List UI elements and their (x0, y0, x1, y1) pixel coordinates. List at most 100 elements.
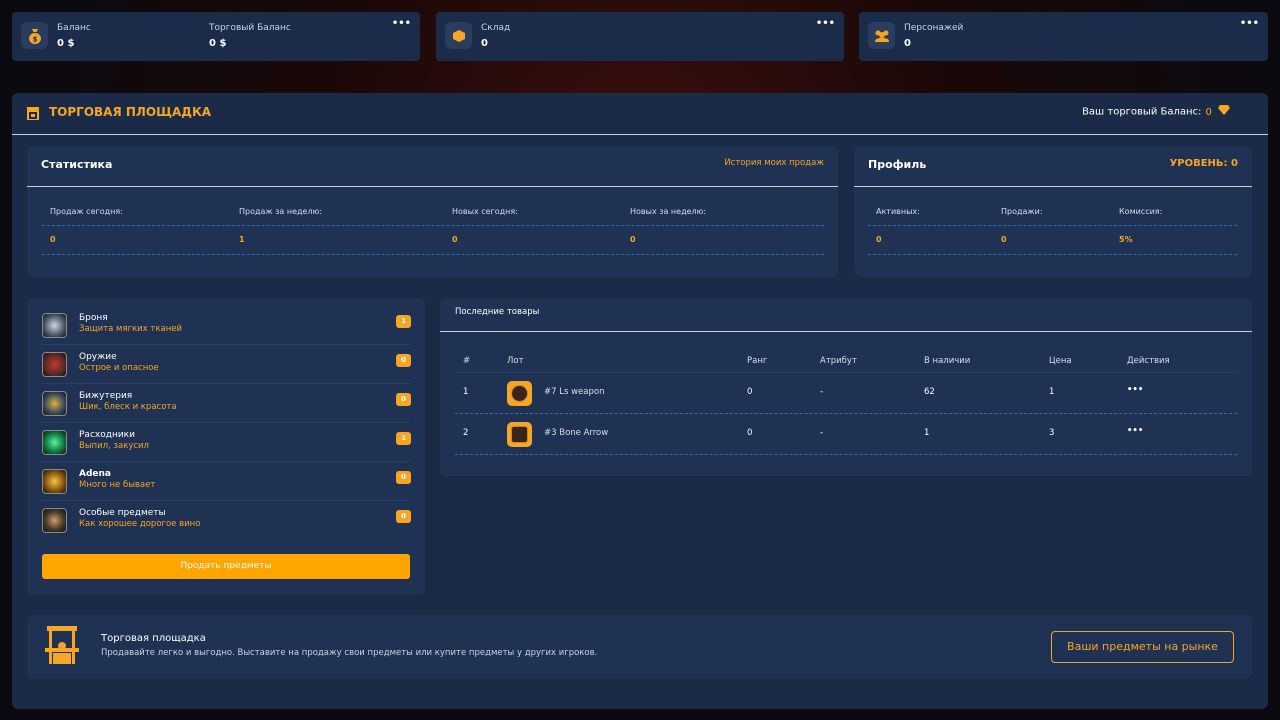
table-row[interactable]: 2 #3 Bone Arrow 0 - 1 3 ••• (440, 414, 1252, 454)
stat-value-new-today: 0 (452, 235, 458, 244)
weapon-icon (42, 352, 67, 377)
trade-balance-text: Ваш торговый Баланс: (1082, 106, 1202, 118)
page-title: ТОРГОВАЯ ПЛОЩАДКА (49, 105, 212, 119)
stat-value-sales-today: 0 (50, 235, 56, 244)
trade-balance: Ваш торговый Баланс: 0 (1082, 105, 1230, 118)
col-header-rank: Ранг (747, 356, 768, 366)
balance-card: $ Баланс 0 $ Торговый Баланс 0 $ ••• (12, 12, 420, 61)
category-count-badge: 1 (396, 432, 411, 445)
profile-divider (854, 186, 1252, 187)
profile-level: УРОВЕНЬ: 0 (1169, 158, 1238, 169)
statistics-bottom-line (42, 254, 824, 255)
category-name: Расходники (79, 430, 135, 440)
stat-value-new-week: 0 (630, 235, 636, 244)
col-header-stock: В наличии (924, 356, 971, 366)
stat-header-new-today: Новых сегодня: (452, 207, 518, 216)
category-count-badge: 0 (396, 393, 411, 406)
col-header-actions: Действия (1127, 356, 1170, 366)
warehouse-label: Склад (481, 23, 511, 33)
adena-coins-icon (42, 469, 67, 494)
lot-weapon-icon (507, 381, 532, 406)
warehouse-box-icon (445, 22, 472, 49)
characters-label: Персонажей (904, 23, 964, 33)
category-special[interactable]: Особые предметы Как хорошее дорогое вино… (41, 502, 411, 540)
category-count-badge: 0 (396, 471, 411, 484)
category-subtitle: Много не бывает (79, 480, 156, 490)
stat-value-sales-week: 1 (239, 235, 245, 244)
category-name: Броня (79, 313, 108, 323)
my-market-items-button[interactable]: Ваши предметы на рынке (1051, 631, 1234, 663)
characters-value: 0 (904, 38, 911, 49)
statistics-title: Статистика (41, 158, 113, 171)
category-name: Adena (79, 469, 111, 479)
col-header-attribute: Атрибут (820, 356, 857, 366)
category-subtitle: Острое и опасное (79, 363, 159, 373)
users-icon (868, 22, 895, 49)
latest-items-title: Последние товары (455, 307, 540, 317)
sell-items-button[interactable]: Продать предметы (42, 554, 410, 579)
banner-title: Торговая площадка (101, 633, 206, 644)
row-attribute: - (820, 428, 824, 438)
category-armor[interactable]: Броня Защита мягких тканей 1 (41, 307, 411, 345)
stat-header-sales-week: Продаж за неделю: (239, 207, 323, 216)
trade-balance-label: Торговый Баланс (209, 23, 291, 33)
category-count-badge: 0 (396, 510, 411, 523)
warehouse-menu-button[interactable]: ••• (816, 18, 835, 29)
category-adena[interactable]: Adena Много не бывает 0 (41, 463, 411, 501)
characters-menu-button[interactable]: ••• (1240, 18, 1259, 29)
category-subtitle: Защита мягких тканей (79, 324, 183, 334)
col-header-lot: Лот (507, 356, 524, 366)
armor-icon (42, 313, 67, 338)
profile-title: Профиль (868, 158, 927, 171)
marketplace-header: ТОРГОВАЯ ПЛОЩАДКА Ваш торговый Баланс: 0 (12, 93, 1268, 135)
category-subtitle: Как хорошее дорогое вино (79, 519, 201, 529)
warehouse-card: Склад 0 ••• (436, 12, 844, 61)
latest-items-divider (440, 331, 1252, 332)
category-jewelry[interactable]: Бижутерия Шик, блеск и красота 0 (41, 385, 411, 423)
profile-value-active: 0 (876, 235, 882, 244)
row-rank: 0 (747, 387, 753, 397)
profile-bottom-line (868, 254, 1237, 255)
statistics-divider (27, 186, 838, 187)
profile-header-sales: Продажи: (1001, 207, 1043, 216)
balance-menu-button[interactable]: ••• (392, 18, 411, 29)
trade-balance-amount: 0 (1205, 106, 1212, 118)
balance-value: 0 $ (57, 38, 75, 49)
profile-panel: Профиль УРОВЕНЬ: 0 Активных: Продажи: Ко… (854, 146, 1252, 277)
lot-arrow-icon (507, 422, 532, 447)
col-header-price: Цена (1049, 356, 1072, 366)
table-row-line (455, 454, 1237, 455)
sales-history-link[interactable]: История моих продаж (724, 158, 824, 168)
balance-label: Баланс (57, 23, 91, 33)
row-price: 1 (1049, 387, 1055, 397)
row-num: 1 (463, 387, 469, 397)
stat-header-sales-today: Продаж сегодня: (50, 207, 123, 216)
profile-row-line (868, 225, 1237, 226)
special-item-icon (42, 508, 67, 533)
statistics-panel: Статистика История моих продаж Продаж се… (27, 146, 838, 277)
row-attribute: - (820, 387, 824, 397)
row-stock: 1 (924, 428, 930, 438)
row-actions-button[interactable]: ••• (1127, 426, 1143, 436)
banner-description: Продавайте легко и выгодно. Выставите на… (101, 648, 598, 658)
row-rank: 0 (747, 428, 753, 438)
row-actions-button[interactable]: ••• (1127, 385, 1143, 395)
store-icon (27, 105, 39, 124)
category-name: Оружие (79, 352, 117, 362)
profile-header-active: Активных: (876, 207, 920, 216)
diamond-icon (1218, 105, 1230, 118)
category-name: Особые предметы (79, 508, 166, 518)
category-name: Бижутерия (79, 391, 133, 401)
row-num: 2 (463, 428, 469, 438)
category-subtitle: Выпил, закусил (79, 441, 149, 451)
row-lot: #3 Bone Arrow (544, 428, 609, 438)
profile-value-commission: 5% (1119, 235, 1133, 244)
category-count-badge: 0 (396, 354, 411, 367)
category-consumables[interactable]: Расходники Выпил, закусил 1 (41, 424, 411, 462)
potion-icon (42, 430, 67, 455)
statistics-row-line (42, 225, 824, 226)
table-row[interactable]: 1 #7 Ls weapon 0 - 62 1 ••• (440, 373, 1252, 413)
category-weapons[interactable]: Оружие Острое и опасное 0 (41, 346, 411, 384)
marketplace-banner: Торговая площадка Продавайте легко и выг… (27, 615, 1252, 679)
stat-header-new-week: Новых за неделю: (630, 207, 707, 216)
